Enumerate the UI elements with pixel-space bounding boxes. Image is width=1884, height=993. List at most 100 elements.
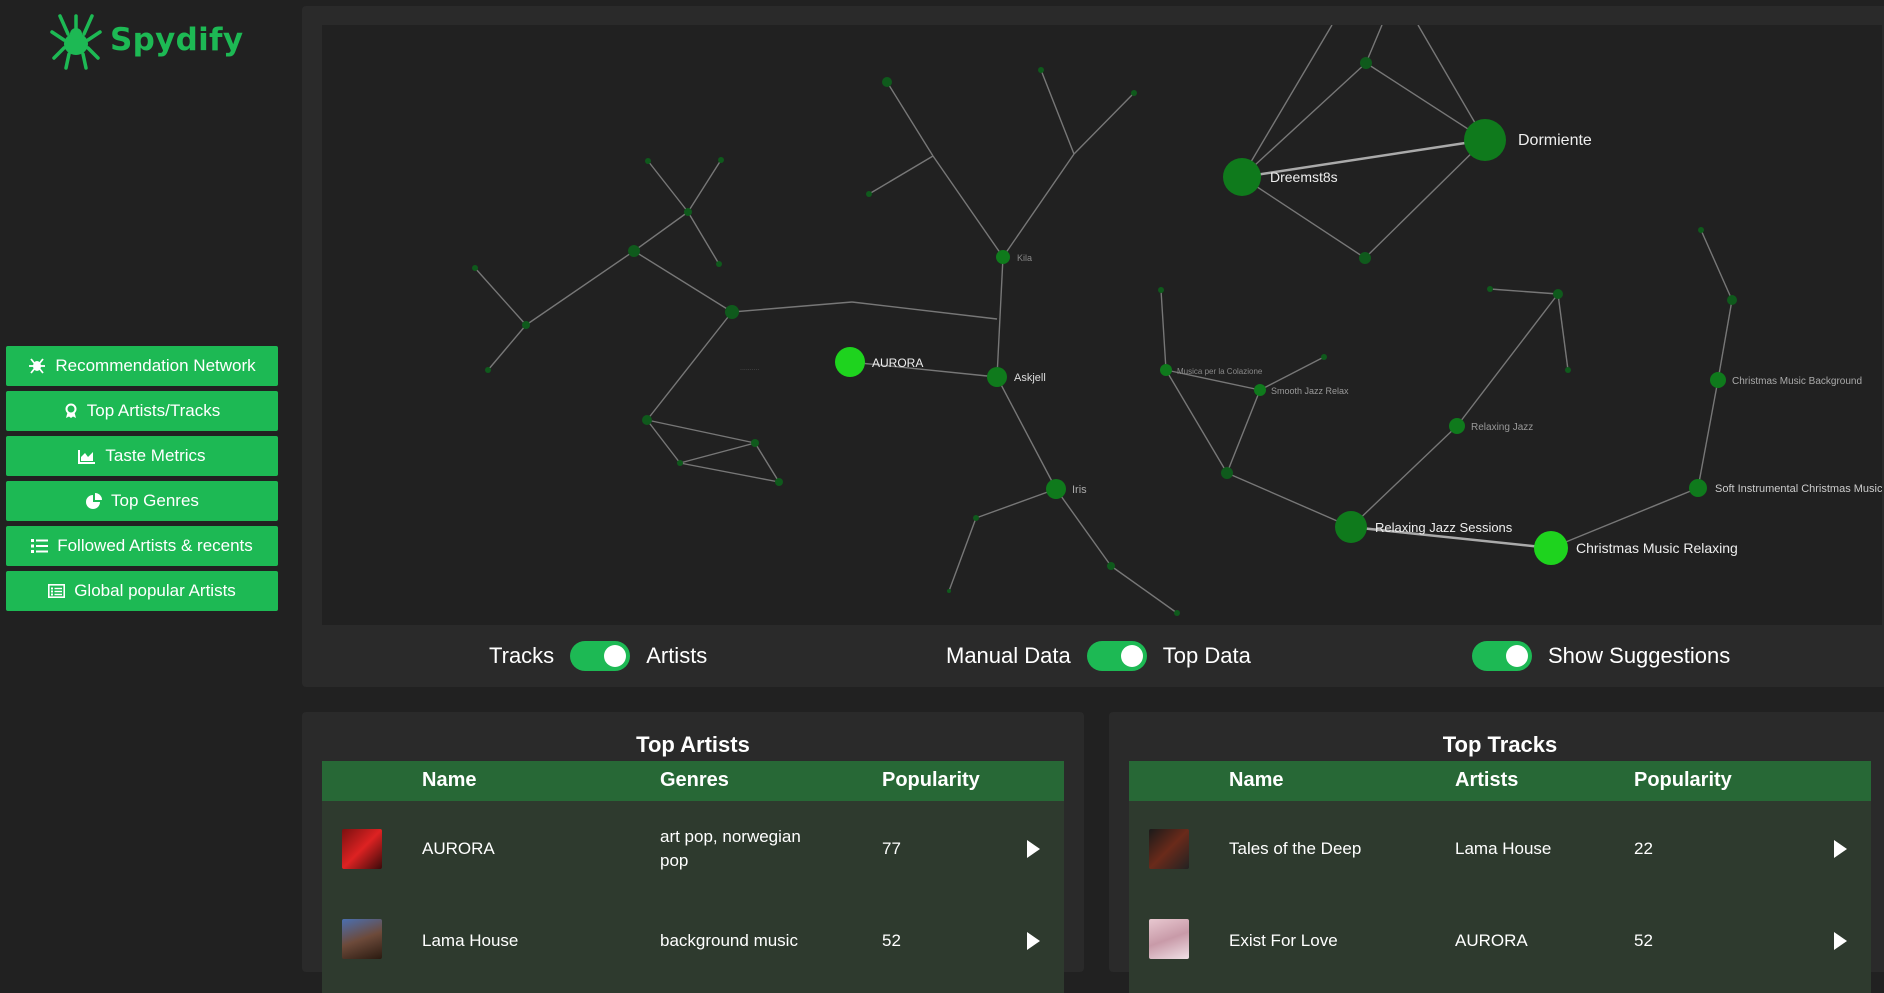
graph-node-kila[interactable]: Kila — [996, 250, 1032, 264]
graph-node-relaxing-jazz-sessions[interactable]: Relaxing Jazz Sessions — [1335, 511, 1513, 543]
graph-node-label: Musica per la Colazione — [1177, 367, 1263, 376]
artist-genres-line1: background music — [660, 931, 798, 950]
track-artist: AURORA — [1455, 931, 1528, 950]
spider-logo-icon — [50, 14, 102, 70]
graph-node-label: Dormiente — [1518, 132, 1592, 149]
svg-text:..........: .......... — [740, 365, 760, 372]
track-name: Tales of the Deep — [1229, 839, 1362, 858]
graph-node-aurora[interactable]: AURORA — [835, 347, 923, 377]
table-list-icon — [48, 584, 66, 598]
artist-popularity: 52 — [882, 931, 901, 950]
table-row[interactable]: Exist For Love AURORA 52 — [1129, 897, 1871, 993]
graph-node-label: AURORA — [872, 356, 923, 370]
nav-label: Followed Artists & recents — [57, 536, 253, 555]
graph-node-askjell[interactable]: Askjell — [987, 367, 1046, 387]
show-suggestions-switch[interactable] — [1472, 641, 1532, 671]
network-graph[interactable]: .......... AURORA Askjell Iris Kila Dree… — [322, 25, 1882, 625]
artist-name: Lama House — [422, 931, 519, 950]
track-thumbnail — [1149, 829, 1189, 869]
artist-thumbnail — [342, 919, 382, 959]
graph-node-label: Relaxing Jazz Sessions — [1375, 520, 1513, 535]
nav-taste-metrics[interactable]: Taste Metrics — [6, 436, 278, 476]
recommendation-network-panel: .......... AURORA Askjell Iris Kila Dree… — [302, 6, 1884, 687]
app-logo[interactable]: Spydify — [50, 10, 243, 70]
nav-label: Top Artists/Tracks — [86, 401, 221, 420]
graph-minor-labels: .......... — [740, 365, 760, 372]
artist-thumbnail — [342, 829, 382, 869]
switch-knob — [604, 645, 627, 667]
toggle-right-label: Top Data — [1162, 643, 1251, 668]
graph-strong-edges — [1241, 138, 1552, 550]
column-header-artists: Artists — [1455, 769, 1519, 791]
top-artists-card: Top Artists Name Genres Popularity AUROR… — [302, 712, 1084, 993]
track-popularity: 22 — [1634, 839, 1653, 858]
graph-node-christmas-music-relaxing[interactable]: Christmas Music Relaxing — [1534, 531, 1738, 565]
pie-chart-icon — [86, 492, 103, 509]
nav-recommendation-network[interactable]: Recommendation Network — [6, 346, 278, 386]
table-row[interactable]: Lama House background music 52 — [322, 897, 1064, 993]
graph-node-relaxing-jazz[interactable]: Relaxing Jazz — [1449, 418, 1533, 434]
toggle-left-label: Tracks — [489, 643, 555, 668]
graph-node-christmas-music-background[interactable]: Christmas Music Background — [1710, 372, 1862, 388]
toggle-show-suggestions: Show Suggestions — [1472, 634, 1730, 678]
play-icon[interactable] — [1834, 840, 1847, 858]
track-artist: Lama House — [1455, 839, 1552, 858]
nav-label: Recommendation Network — [55, 356, 256, 375]
toggle-manual-top-data: Manual Data Top Data — [946, 634, 1251, 678]
play-icon[interactable] — [1027, 840, 1040, 858]
graph-node-label: Dreemst8s — [1270, 169, 1338, 185]
graph-node-label: Askjell — [1014, 372, 1046, 384]
graph-node-dormiente[interactable]: Dormiente — [1464, 119, 1592, 161]
nav-top-artists-tracks[interactable]: Top Artists/Tracks — [6, 391, 278, 431]
manual-top-data-switch[interactable] — [1086, 641, 1147, 671]
graph-node-label: Relaxing Jazz — [1471, 422, 1533, 433]
graph-node-label: Kila — [1017, 253, 1032, 263]
top-tracks-card: Top Tracks Name Artists Popularity Tales… — [1109, 712, 1884, 993]
toggle-tracks-artists: Tracks Artists — [489, 634, 707, 678]
column-header-popularity: Popularity — [1634, 769, 1732, 791]
list-icon — [31, 539, 49, 553]
switch-knob — [1506, 645, 1528, 667]
nav-label: Top Genres — [111, 491, 199, 510]
play-icon[interactable] — [1027, 932, 1040, 950]
graph-node-dreemst8s[interactable]: Dreemst8s — [1223, 158, 1338, 196]
table-row[interactable]: Tales of the Deep Lama House 22 — [1129, 801, 1871, 897]
sidebar: Spydify Recommendation Network Top Artis… — [0, 0, 290, 958]
award-icon — [65, 403, 77, 418]
play-icon[interactable] — [1834, 932, 1847, 950]
track-thumbnail — [1149, 919, 1189, 959]
graph-node-label: Soft Instrumental Christmas Music — [1715, 483, 1882, 495]
graph-node-iris[interactable]: Iris — [1046, 479, 1087, 499]
graph-node-label: Christmas Music Relaxing — [1576, 540, 1738, 556]
column-header-name: Name — [1229, 769, 1284, 791]
toggle-left-label: Manual Data — [946, 643, 1071, 668]
nav-global-popular-artists[interactable]: Global popular Artists — [6, 571, 278, 611]
column-header-genres: Genres — [660, 769, 729, 791]
network-graph-canvas[interactable]: .......... AURORA Askjell Iris Kila Dree… — [322, 25, 1882, 625]
nav-label: Taste Metrics — [105, 446, 206, 465]
artist-genres-line2: pop — [660, 851, 689, 870]
graph-toggles: Tracks Artists Manual Data Top Data Show… — [302, 634, 1884, 678]
table-row[interactable]: AURORA art pop, norwegian pop 77 — [322, 801, 1064, 897]
graph-node-musica-per-la-colazione[interactable]: Musica per la Colazione — [1160, 364, 1263, 376]
graph-node-label: Christmas Music Background — [1732, 376, 1862, 387]
top-artists-table-header: Name Genres Popularity — [322, 761, 1064, 801]
track-name: Exist For Love — [1229, 931, 1338, 950]
nav-followed-artists-recents[interactable]: Followed Artists & recents — [6, 526, 278, 566]
top-tracks-title: Top Tracks — [1442, 732, 1558, 757]
toggle-right-label: Show Suggestions — [1548, 643, 1731, 668]
track-popularity: 52 — [1634, 931, 1653, 950]
graph-edges — [474, 25, 1733, 614]
app-name: Spydify — [110, 22, 244, 58]
nav-top-genres[interactable]: Top Genres — [6, 481, 278, 521]
graph-node-soft-instrumental-christmas-music[interactable]: Soft Instrumental Christmas Music — [1689, 479, 1882, 497]
artist-popularity: 77 — [882, 839, 901, 858]
area-chart-icon — [78, 449, 96, 464]
artist-name: AURORA — [422, 839, 495, 858]
sidebar-nav: Recommendation Network Top Artists/Track… — [6, 346, 278, 616]
tracks-artists-switch[interactable] — [570, 641, 631, 671]
spider-icon — [29, 358, 46, 374]
top-tracks-table-header: Name Artists Popularity — [1129, 761, 1871, 801]
switch-knob — [1120, 645, 1143, 667]
top-artists-title: Top Artists — [636, 732, 750, 757]
